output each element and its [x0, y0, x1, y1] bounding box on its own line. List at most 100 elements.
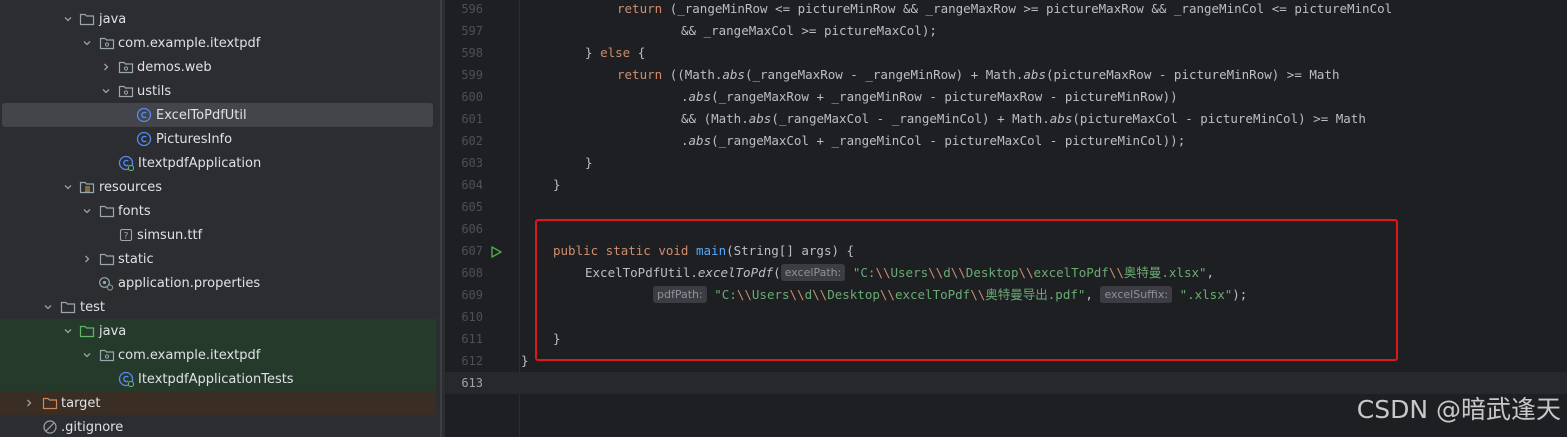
chevron-down-icon[interactable] [81, 37, 93, 49]
line-number: 609 [461, 288, 483, 302]
chevron-right-icon[interactable] [100, 61, 112, 73]
code-token: (pictureMaxCol - pictureMinCol) >= Math [1072, 111, 1366, 126]
tree-item[interactable]: PicturesInfo [0, 127, 436, 151]
code-text: .abs(_rangeMaxCol + _rangeMinCol - pictu… [681, 130, 1185, 152]
tree-item-label: demos.web [137, 59, 212, 75]
code-token: && _rangeMaxCol >= pictureMaxCol); [681, 23, 937, 38]
folder-icon [99, 251, 115, 267]
line-number: 604 [461, 178, 483, 192]
tree-item[interactable]: com.example.itextpdf [0, 31, 436, 55]
package-icon [118, 83, 134, 99]
code-token: ((Math. [669, 67, 723, 82]
code-token: return [617, 67, 670, 82]
code-token: abs [688, 89, 712, 104]
code-line[interactable]: 599 return ((Math.abs(_rangeMaxRow - _ran… [445, 64, 1567, 86]
chevron-down-icon[interactable] [100, 85, 112, 97]
spring-boot-class-icon [118, 155, 134, 171]
tree-item[interactable]: test [0, 295, 436, 319]
line-number: 596 [461, 2, 483, 16]
code-token: abs [1049, 111, 1073, 126]
chevron-down-icon[interactable] [62, 325, 74, 337]
folder-icon [99, 203, 115, 219]
tree-item[interactable]: ItextpdfApplication [0, 151, 436, 175]
code-text: } [553, 174, 561, 196]
code-line[interactable]: 598} else { [445, 42, 1567, 64]
tree-item-label: resources [99, 179, 163, 195]
code-line[interactable]: 600 .abs(_rangeMaxRow + _rangeMinRow - pi… [445, 86, 1567, 108]
tree-item[interactable]: ? simsun.ttf [0, 223, 436, 247]
tree-item-label: java [99, 11, 127, 27]
line-number: 607 [461, 244, 483, 258]
chevron-down-icon[interactable] [81, 205, 93, 217]
chevron-down-icon[interactable] [62, 13, 74, 25]
code-text: return ((Math.abs(_rangeMaxRow - _rangeM… [617, 64, 1339, 86]
code-line[interactable]: 602 .abs(_rangeMaxCol + _rangeMinCol - pi… [445, 130, 1567, 152]
tree-item[interactable]: demos.web [0, 55, 436, 79]
code-token: (pictureMaxRow - pictureMinRow) >= Math [1045, 67, 1340, 82]
package-icon [99, 35, 115, 51]
line-number: 611 [461, 332, 483, 346]
code-token: return [617, 1, 670, 16]
tree-item[interactable]: .gitignore [0, 415, 436, 437]
code-line[interactable]: 605 [445, 196, 1567, 218]
run-gutter-icon[interactable] [489, 244, 503, 258]
tree-item[interactable]: ExcelToPdfUtil [2, 103, 433, 127]
tree-item-label: application.properties [118, 275, 261, 291]
tree-item[interactable]: com.example.itextpdf [0, 343, 436, 367]
tree-item-label: test [80, 299, 105, 315]
line-number: 602 [461, 134, 483, 148]
code-token: { [637, 45, 646, 60]
tree-item-label: simsun.ttf [137, 227, 203, 243]
code-token: else [600, 45, 638, 60]
tree-item[interactable]: ItextpdfApplicationTests [0, 367, 436, 391]
line-number: 598 [461, 46, 483, 60]
ignore-file-icon [42, 419, 58, 435]
tree-item[interactable]: resources [0, 175, 436, 199]
code-line[interactable]: 601 && (Math.abs(_rangeMaxCol - _rangeMin… [445, 108, 1567, 130]
tree-item-label: com.example.itextpdf [118, 347, 261, 363]
test-source-folder-icon [79, 323, 95, 339]
chevron-right-icon[interactable] [23, 397, 35, 409]
chevron-down-icon[interactable] [42, 301, 54, 313]
code-text: return (_rangeMinRow <= pictureMinRow &&… [617, 0, 1392, 20]
code-text: && (Math.abs(_rangeMaxCol - _rangeMinCol… [681, 108, 1366, 130]
line-number: 597 [461, 24, 483, 38]
tree-item[interactable]: target [0, 391, 436, 415]
code-line[interactable]: 603} [445, 152, 1567, 174]
tree-item[interactable]: static [0, 247, 436, 271]
code-text: } [521, 350, 529, 372]
line-number: 600 [461, 90, 483, 104]
tree-item[interactable]: application.properties [0, 271, 436, 295]
resources-folder-icon [79, 179, 95, 195]
line-number: 603 [461, 156, 483, 170]
code-editor[interactable]: 596 return (_rangeMinRow <= pictureMinRow… [445, 0, 1567, 437]
splitter-line [440, 0, 442, 437]
project-tree: java com.example.itextpdf demos.web ustils E… [0, 0, 436, 437]
line-number: 610 [461, 310, 483, 324]
tree-item-label: fonts [118, 203, 151, 219]
chevron-down-icon[interactable] [81, 349, 93, 361]
code-token: abs [722, 67, 745, 82]
unknown-file-icon: ? [118, 227, 134, 243]
line-number: 601 [461, 112, 483, 126]
code-token: } [521, 353, 529, 368]
line-number: 599 [461, 68, 483, 82]
code-token: (_rangeMaxRow - _rangeMinRow) + Math. [744, 67, 1024, 82]
tree-item[interactable]: fonts [0, 199, 436, 223]
code-text: } else { [585, 42, 645, 64]
chevron-down-icon[interactable] [62, 181, 74, 193]
code-line[interactable]: 597 && _rangeMaxCol >= pictureMaxCol); [445, 20, 1567, 42]
excluded-folder-icon [42, 395, 58, 411]
watermark: CSDN @暗武逢天 [1356, 395, 1561, 424]
tree-item-label: java [99, 323, 127, 339]
code-token: } [585, 45, 601, 60]
tree-item[interactable]: java [0, 319, 436, 343]
tree-item[interactable]: ustils [0, 79, 436, 103]
chevron-right-icon[interactable] [81, 253, 93, 265]
tree-item[interactable]: java [0, 7, 436, 31]
tree-item-label: ustils [137, 83, 172, 99]
code-line[interactable]: 604} [445, 174, 1567, 196]
java-class-icon [136, 131, 152, 147]
code-line[interactable]: 596 return (_rangeMinRow <= pictureMinRow… [445, 0, 1567, 20]
code-token: abs [1023, 67, 1046, 82]
